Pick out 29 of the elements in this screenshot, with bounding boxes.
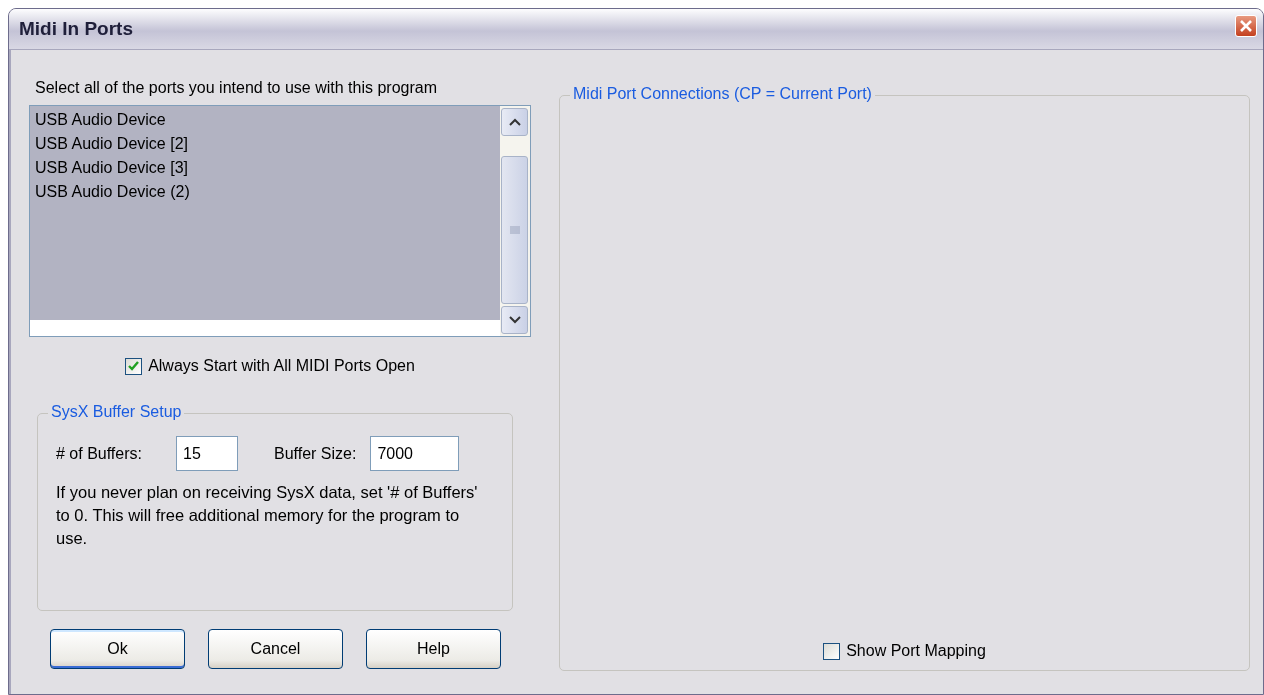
help-text: If you never plan on receiving SysX data, set '# of Buffers' to 0. This will free additional memory for the program to use.	[56, 482, 479, 549]
list-item[interactable]: USB Audio Device (2)	[33, 180, 500, 204]
dialog-button[interactable]: Help	[366, 629, 501, 669]
checkbox-label: Always Start with All MIDI Ports Open	[148, 357, 415, 375]
checkbox-label: Show Port Mapping	[846, 642, 986, 660]
window-title: Midi In Ports	[19, 18, 133, 40]
checkbox[interactable]	[125, 357, 143, 375]
group-title: Midi Port Connections (CP = Current Port)	[570, 85, 875, 103]
list-item[interactable]: USB Audio Device [2]	[33, 132, 500, 156]
close-icon	[1239, 19, 1253, 33]
field-label: Buffer Size:	[274, 444, 357, 463]
close-button[interactable]	[1235, 15, 1257, 37]
dialog-button[interactable]: Cancel	[208, 629, 343, 669]
chevron-up-icon	[508, 118, 521, 126]
field-label: # of Buffers:	[56, 444, 142, 463]
list-item[interactable]: USB Audio Device [3]	[33, 156, 500, 180]
checkbox[interactable]	[823, 642, 841, 660]
port-list[interactable]: USB Audio Device USB Audio Device [2] USB Audio Device [3] USB Audio Device (2)	[29, 105, 531, 337]
scrollbar[interactable]	[500, 106, 530, 336]
scroll-up-button[interactable]	[501, 108, 528, 136]
scroll-down-button[interactable]	[501, 306, 528, 334]
group-title: SysX Buffer Setup	[48, 403, 185, 421]
list-label: Select all of the ports you intend to use with this program	[34, 79, 438, 97]
dialog-button[interactable]: Ok	[50, 629, 185, 669]
chevron-down-icon	[508, 316, 521, 324]
list-item[interactable]: USB Audio Device	[33, 108, 500, 132]
input-field[interactable]: 7000	[370, 436, 460, 471]
input-field[interactable]: 15	[176, 436, 238, 471]
scroll-thumb[interactable]	[501, 156, 528, 304]
